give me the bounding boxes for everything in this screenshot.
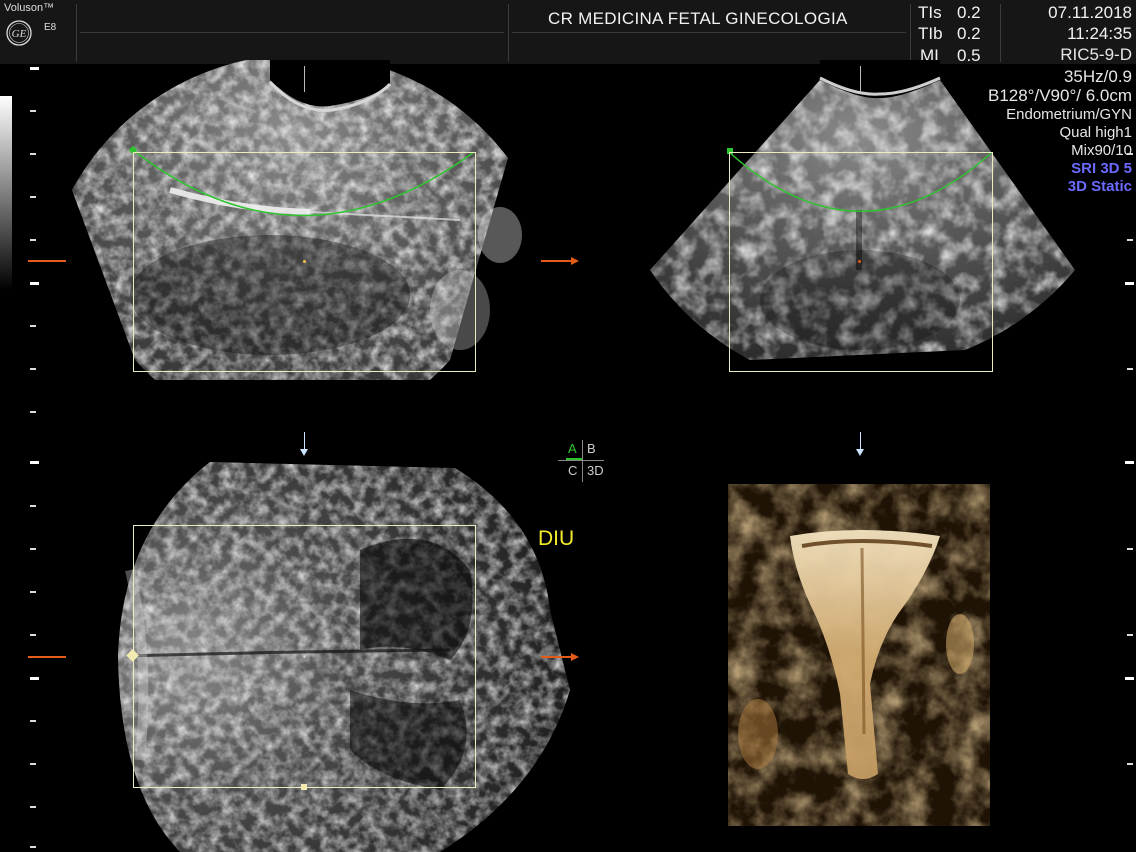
view-a-center-dot xyxy=(303,260,306,263)
depth-tick xyxy=(1125,282,1134,285)
depth-tick xyxy=(30,411,36,413)
depth-tick xyxy=(30,720,36,722)
depth-tick xyxy=(30,282,39,285)
view-b-roi-box[interactable] xyxy=(729,152,993,372)
view-a-left-reference-line xyxy=(28,260,66,262)
quadrant-a[interactable]: A xyxy=(568,441,577,456)
depth-tick xyxy=(1125,461,1134,464)
svg-text:GE: GE xyxy=(12,28,27,40)
brand-label: Voluson™ xyxy=(4,2,55,14)
model-label: E8 xyxy=(44,22,57,33)
exam-time: 11:24:35 xyxy=(1067,24,1132,43)
diu-annotation: DIU xyxy=(538,527,575,550)
depth-tick xyxy=(30,368,36,370)
view-d-marker-line xyxy=(860,432,861,450)
view-c-left-reference-line xyxy=(28,656,66,658)
depth-tick xyxy=(1127,763,1133,765)
view-3d-render[interactable] xyxy=(728,484,990,826)
depth-tick xyxy=(30,196,36,198)
roi-handle-icon[interactable] xyxy=(301,784,307,790)
depth-tick xyxy=(30,677,39,680)
reference-arrow-icon xyxy=(571,257,579,265)
depth-tick xyxy=(1127,239,1133,241)
view-c-center-dot xyxy=(303,655,306,658)
header-line xyxy=(512,32,906,33)
depth-tick xyxy=(30,153,36,155)
header-divider xyxy=(508,4,509,62)
arrow-down-icon xyxy=(856,449,864,456)
view-a-marker-line xyxy=(304,66,305,92)
index-tis-label: TIs xyxy=(918,3,942,22)
exam-date: 07.11.2018 xyxy=(1048,3,1132,22)
depth-tick xyxy=(30,505,36,507)
view-c-marker-line xyxy=(304,432,305,450)
view-a-right-reference-line xyxy=(541,260,571,262)
depth-tick xyxy=(1127,368,1133,370)
depth-tick xyxy=(30,763,36,765)
depth-tick xyxy=(30,634,36,636)
header-divider xyxy=(910,4,911,62)
arrow-down-icon xyxy=(300,449,308,456)
ge-logo-icon: GE xyxy=(6,20,32,46)
depth-tick xyxy=(30,67,39,70)
depth-tick xyxy=(30,846,36,848)
depth-tick xyxy=(30,325,36,327)
index-tib-label: TIb xyxy=(918,24,943,43)
index-tib-value: 0.2 xyxy=(957,24,981,43)
quadrant-3d[interactable]: 3D xyxy=(587,463,604,478)
quadrant-b[interactable]: B xyxy=(587,441,596,456)
grayscale-bar xyxy=(0,96,12,290)
depth-tick xyxy=(30,806,36,808)
header-line xyxy=(80,32,504,33)
depth-tick xyxy=(30,591,36,593)
depth-tick xyxy=(1127,548,1133,550)
depth-tick xyxy=(1127,153,1133,155)
depth-tick xyxy=(30,461,39,464)
depth-tick xyxy=(1127,634,1133,636)
reference-arrow-icon xyxy=(571,653,579,661)
header-divider xyxy=(1000,4,1001,62)
depth-tick xyxy=(30,110,36,112)
depth-tick xyxy=(30,548,36,550)
header-divider xyxy=(76,4,77,62)
index-tis-value: 0.2 xyxy=(957,3,981,22)
view-c-right-reference-line xyxy=(541,656,571,658)
depth-tick xyxy=(30,239,36,241)
view-b-marker-line xyxy=(860,66,861,92)
depth-tick xyxy=(1125,677,1134,680)
view-b-center-dot xyxy=(858,260,861,263)
clinic-name: CR MEDICINA FETAL GINECOLOGIA xyxy=(548,9,848,28)
